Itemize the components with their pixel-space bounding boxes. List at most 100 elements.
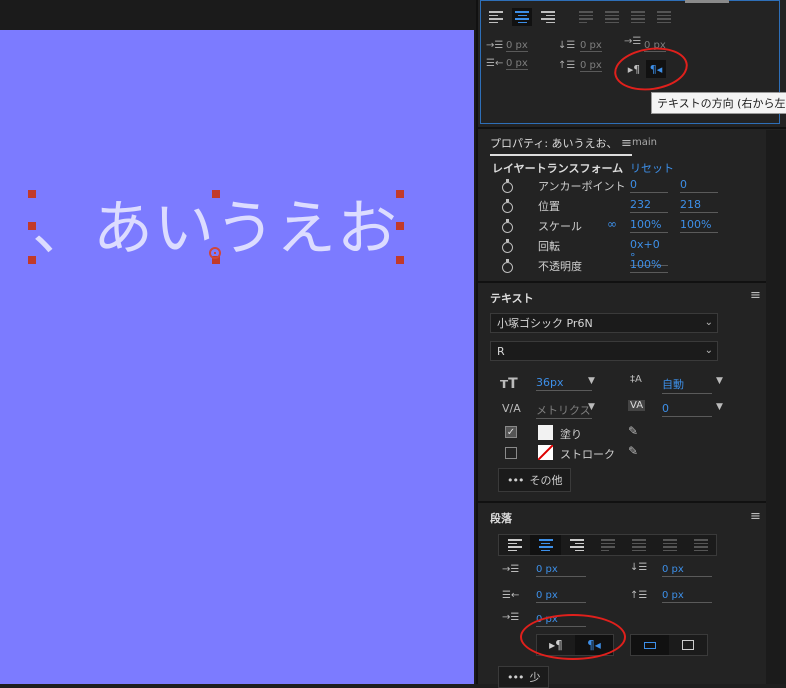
less-dots-icon: ••• <box>507 670 524 684</box>
divider <box>478 501 766 503</box>
align-left-icon[interactable] <box>499 535 530 555</box>
indent-right-field[interactable]: 0 px <box>506 58 528 70</box>
justify-all-icon[interactable] <box>654 8 674 26</box>
stroke-label: ストローク <box>560 448 615 461</box>
indent-left-icon: →☰ <box>486 40 504 51</box>
scroll-thumb[interactable] <box>685 0 729 3</box>
composition-canvas[interactable] <box>0 30 474 684</box>
indent-right-icon: ☰← <box>486 58 504 69</box>
kerning-icon: V/A <box>502 402 521 415</box>
scale-label: スケール <box>538 220 582 233</box>
dropdown-arrow-icon[interactable]: ▼ <box>716 402 723 412</box>
space-after-icon: ↑☰ <box>558 60 576 71</box>
bbox-handle-br[interactable] <box>396 256 404 264</box>
less-label: 少 <box>529 671 541 684</box>
space-after-icon: ↑☰ <box>630 590 648 601</box>
more-button[interactable]: ••• その他 <box>498 468 572 492</box>
stroke-color-swatch[interactable] <box>538 445 553 460</box>
stopwatch-icon[interactable] <box>502 239 513 253</box>
dropdown-arrow-icon[interactable]: ▼ <box>588 376 595 386</box>
scrollbar[interactable] <box>766 130 786 684</box>
font-size-unit: px <box>550 376 564 389</box>
indent-left-icon: →☰ <box>502 564 520 575</box>
space-before-field[interactable]: 0 px <box>580 40 602 52</box>
indent-right-field[interactable]: 0 px <box>536 590 586 603</box>
stopwatch-icon[interactable] <box>502 199 513 213</box>
justify-right-icon[interactable] <box>654 535 685 555</box>
font-style-dropdown[interactable]: R ⌄ <box>490 341 718 361</box>
tooltip: テキストの方向 (右から左) <box>651 92 786 114</box>
more-dots-icon: ••• <box>507 473 524 487</box>
space-before-icon: ↓☰ <box>630 562 648 573</box>
kerning-field[interactable]: メトリクス <box>536 402 592 419</box>
bbox-handle-tr[interactable] <box>396 190 404 198</box>
space-after-field[interactable]: 0 px <box>662 590 712 603</box>
leading-icon: ‡A <box>630 374 642 385</box>
font-size-field[interactable]: 36px <box>536 376 592 391</box>
align-left-icon[interactable] <box>486 8 506 26</box>
indent-left-field[interactable]: 0 px <box>506 40 528 52</box>
font-style-value: R <box>497 344 505 358</box>
eyedropper-icon[interactable]: ✎ <box>628 444 638 458</box>
tab-menu-icon[interactable]: ≡ <box>621 136 632 151</box>
dropdown-arrow-icon[interactable]: ▼ <box>716 376 723 386</box>
tab-properties[interactable]: プロパティ: あいうえお、 ≡ <box>490 135 632 156</box>
stopwatch-icon[interactable] <box>502 259 513 273</box>
reset-link[interactable]: リセット <box>630 160 674 176</box>
align-center-icon[interactable] <box>512 8 532 26</box>
scale-x-field[interactable]: 100% <box>630 218 668 233</box>
position-x-field[interactable]: 232 <box>630 198 668 213</box>
justify-left-icon[interactable] <box>576 8 596 26</box>
opacity-label: 不透明度 <box>538 260 582 273</box>
fill-checkbox[interactable]: ✓ <box>505 426 517 438</box>
align-center-icon[interactable] <box>530 535 561 555</box>
divider <box>478 127 786 129</box>
first-line-indent-icon: →☰ <box>624 36 642 47</box>
space-before-field[interactable]: 0 px <box>662 564 712 577</box>
position-y-field[interactable]: 218 <box>680 198 718 213</box>
font-family-value: 小塚ゴシック Pr6N <box>497 317 593 330</box>
space-after-field[interactable]: 0 px <box>580 60 602 72</box>
font-size-value: 36 <box>536 376 550 389</box>
space-before-icon: ↓☰ <box>558 40 576 51</box>
stopwatch-icon[interactable] <box>502 179 513 193</box>
align-right-icon[interactable] <box>561 535 592 555</box>
paragraph-text-icon[interactable] <box>669 635 707 655</box>
position-label: 位置 <box>538 200 560 213</box>
justify-left-icon[interactable] <box>592 535 623 555</box>
justify-all-icon[interactable] <box>685 535 716 555</box>
bbox-handle-tl[interactable] <box>28 190 36 198</box>
less-button[interactable]: ••• 少 <box>498 666 550 688</box>
divider <box>478 281 766 283</box>
anchor-y-field[interactable]: 0 <box>680 178 718 193</box>
eyedropper-icon[interactable]: ✎ <box>628 424 638 438</box>
text-panel-title: テキスト <box>490 292 534 305</box>
bbox-handle-ml[interactable] <box>28 222 36 230</box>
bbox-handle-tc[interactable] <box>212 190 220 198</box>
fill-label: 塗り <box>560 428 582 441</box>
leading-field[interactable]: 自動 <box>662 376 712 394</box>
tab-main[interactable]: main <box>632 137 657 148</box>
panel-menu-icon[interactable]: ≡ <box>750 509 761 524</box>
scale-y-field[interactable]: 100% <box>680 218 718 233</box>
bbox-handle-mr[interactable] <box>396 222 404 230</box>
point-text-icon[interactable] <box>631 635 669 655</box>
anchor-point-icon[interactable] <box>209 247 221 259</box>
indent-left-field[interactable]: 0 px <box>536 564 586 577</box>
opacity-field[interactable]: 100% <box>630 258 668 273</box>
stopwatch-icon[interactable] <box>502 219 513 233</box>
justify-right-icon[interactable] <box>628 8 648 26</box>
anchor-x-field[interactable]: 0 <box>630 178 668 193</box>
tracking-field[interactable]: 0 <box>662 402 712 417</box>
dropdown-arrow-icon[interactable]: ▼ <box>588 402 595 412</box>
align-right-icon[interactable] <box>538 8 558 26</box>
stroke-checkbox[interactable] <box>505 447 517 459</box>
justify-center-icon[interactable] <box>623 535 654 555</box>
first-line-indent-icon: →☰ <box>502 612 520 623</box>
panel-menu-icon[interactable]: ≡ <box>750 288 761 303</box>
font-family-dropdown[interactable]: 小塚ゴシック Pr6N ⌄ <box>490 313 718 333</box>
justify-center-icon[interactable] <box>602 8 622 26</box>
fill-color-swatch[interactable] <box>538 425 553 440</box>
bbox-handle-bl[interactable] <box>28 256 36 264</box>
link-icon[interactable]: ∞ <box>607 217 617 231</box>
